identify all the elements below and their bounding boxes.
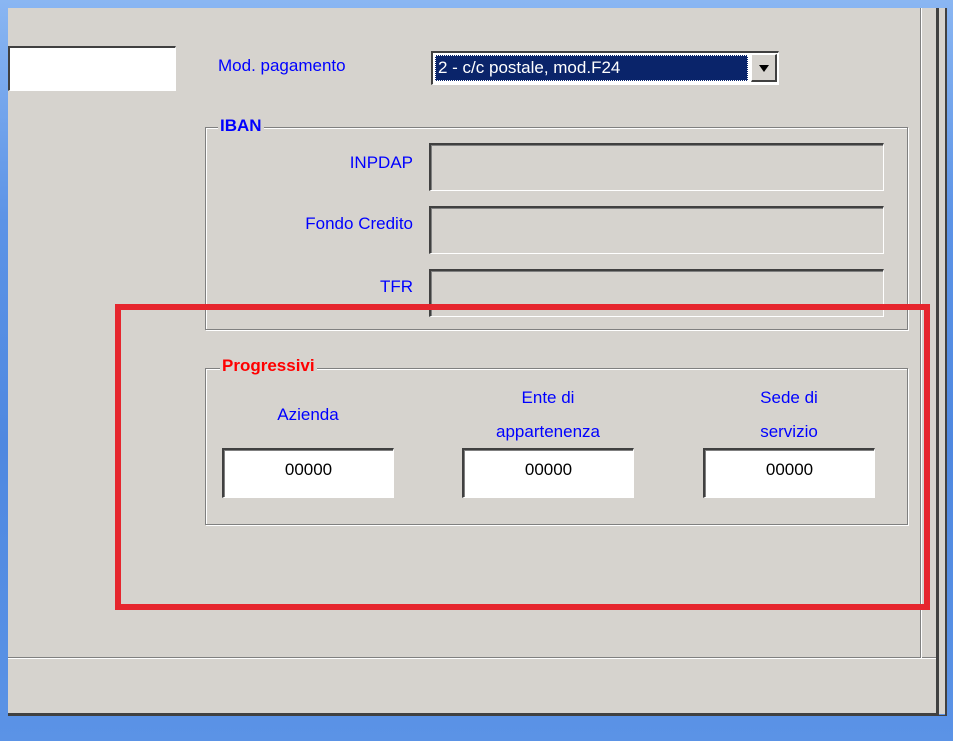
panel-border xyxy=(945,8,947,716)
iban-tfr-label: TFR xyxy=(379,277,413,296)
partial-text-input[interactable] xyxy=(8,46,176,91)
chevron-down-icon xyxy=(759,65,769,72)
iban-inpdap-label: INPDAP xyxy=(349,153,413,172)
payment-method-selected-value: 2 - c/c postale, mod.F24 xyxy=(435,55,748,81)
panel-border xyxy=(8,715,947,716)
iban-group-title: IBAN xyxy=(218,116,264,136)
iban-inpdap-field[interactable] xyxy=(429,143,884,191)
payment-method-label: Mod. pagamento xyxy=(218,56,346,75)
dropdown-button[interactable] xyxy=(751,54,777,82)
iban-fondo-credito-field[interactable] xyxy=(429,206,884,254)
panel-divider xyxy=(8,658,936,659)
payment-method-select[interactable]: 2 - c/c postale, mod.F24 xyxy=(431,51,779,85)
iban-fondo-credito-label: Fondo Credito xyxy=(305,214,413,233)
highlight-rectangle xyxy=(115,304,930,610)
